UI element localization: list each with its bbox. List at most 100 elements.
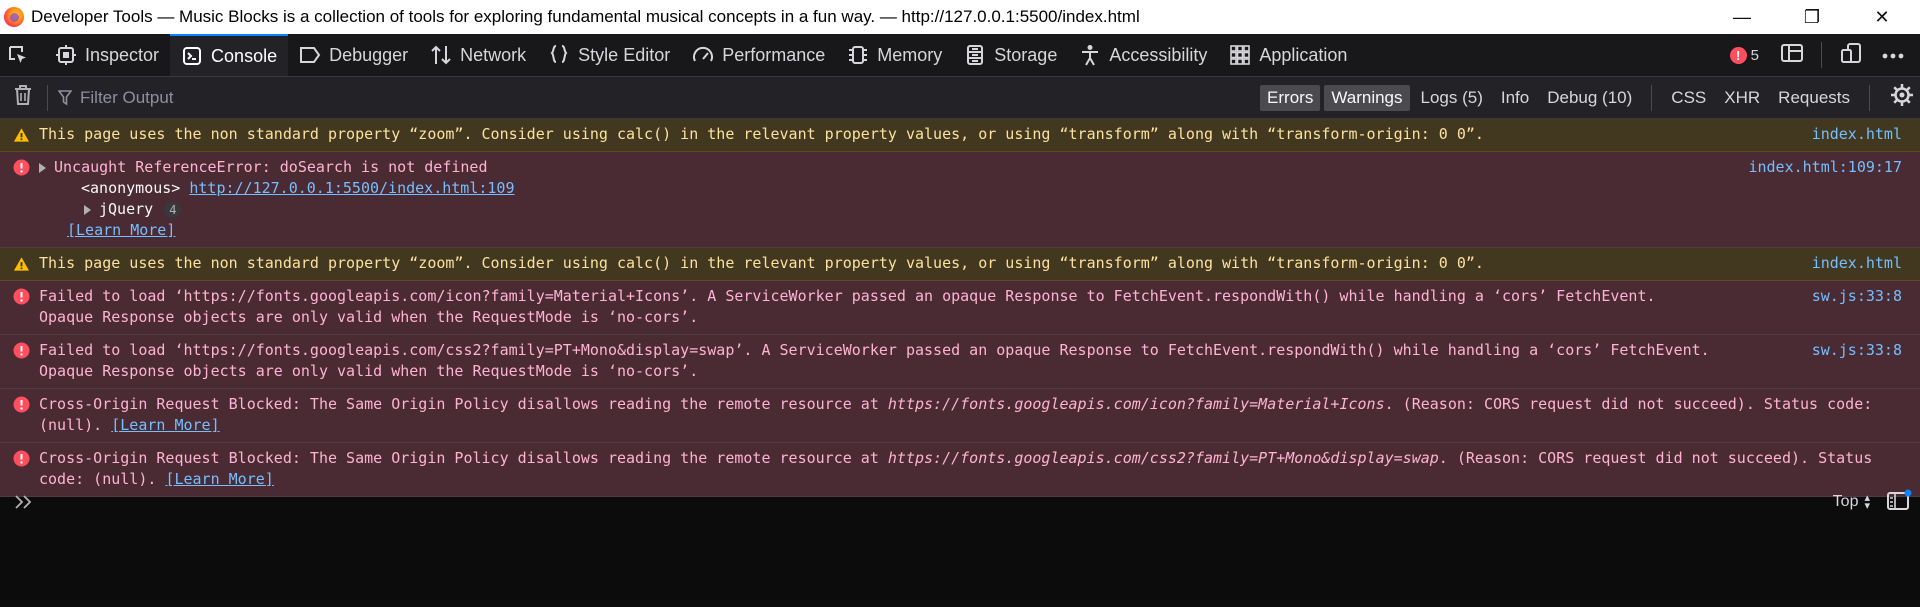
element-picker-button[interactable] bbox=[0, 34, 44, 76]
console-input[interactable]: Top ▴ ▾ bbox=[0, 485, 1920, 519]
console-error-message[interactable]: Cross-Origin Request Blocked: The Same O… bbox=[0, 389, 1920, 443]
maximize-button[interactable]: ❐ bbox=[1783, 0, 1841, 34]
warning-icon bbox=[13, 255, 30, 272]
tab-memory-label: Memory bbox=[877, 44, 943, 65]
editor-mode-toggle[interactable] bbox=[1886, 489, 1912, 516]
tab-application[interactable]: Application bbox=[1218, 34, 1358, 76]
split-console-icon bbox=[1781, 43, 1803, 68]
tab-inspector[interactable]: Inspector bbox=[44, 34, 170, 76]
console-icon bbox=[181, 45, 203, 67]
filter-info-button[interactable]: Info bbox=[1494, 85, 1536, 111]
tab-memory[interactable]: Memory bbox=[836, 34, 953, 76]
tab-accessibility-label: Accessibility bbox=[1109, 44, 1208, 65]
memory-icon bbox=[847, 44, 869, 66]
tab-debugger-label: Debugger bbox=[329, 44, 409, 65]
message-location-link[interactable]: index.html:109:17 bbox=[1748, 157, 1902, 178]
tab-network[interactable]: Network bbox=[419, 34, 537, 76]
message-location-link[interactable]: index.html bbox=[1812, 253, 1902, 274]
filter-debug-button[interactable]: Debug (10) bbox=[1540, 85, 1639, 111]
message-text: Cross-Origin Request Blocked: The Same O… bbox=[39, 449, 888, 467]
stack-frame-url[interactable]: http://127.0.0.1:5500/index.html:109 bbox=[189, 179, 514, 197]
tab-style-editor-label: Style Editor bbox=[578, 44, 671, 65]
blocked-resource-url: https://fonts.googleapis.com/css2?family… bbox=[887, 449, 1439, 467]
evaluation-context-selector[interactable]: Top ▴ ▾ bbox=[1832, 493, 1870, 512]
window-titlebar: Developer Tools — Music Blocks is a coll… bbox=[0, 0, 1920, 34]
application-icon bbox=[1229, 44, 1251, 66]
tab-accessibility[interactable]: Accessibility bbox=[1068, 34, 1218, 76]
console-error-message[interactable]: Failed to load ‘https://fonts.googleapis… bbox=[0, 335, 1920, 389]
message-location-link[interactable]: sw.js:33:8 bbox=[1812, 340, 1902, 361]
error-count: 5 bbox=[1750, 46, 1759, 64]
console-filter-bar: Filter Output Errors Warnings Logs (5) I… bbox=[0, 77, 1920, 119]
filter-logs-button[interactable]: Logs (5) bbox=[1414, 85, 1490, 111]
tab-style-editor[interactable]: Style Editor bbox=[537, 34, 681, 76]
gear-icon bbox=[1890, 83, 1914, 112]
message-text: Failed to load ‘https://fonts.googleapis… bbox=[39, 341, 1710, 380]
toolbar-separator bbox=[1821, 42, 1822, 68]
split-console-button[interactable] bbox=[1777, 40, 1807, 70]
filter-xhr-button[interactable]: XHR bbox=[1717, 85, 1767, 111]
minimize-button[interactable]: — bbox=[1713, 0, 1771, 34]
tab-network-label: Network bbox=[460, 44, 527, 65]
error-icon bbox=[13, 396, 30, 413]
expand-arrow-icon[interactable] bbox=[84, 204, 91, 215]
console-settings-button[interactable] bbox=[1888, 84, 1916, 112]
filter-requests-button[interactable]: Requests bbox=[1771, 85, 1857, 111]
console-error-message[interactable]: Failed to load ‘https://fonts.googleapis… bbox=[0, 281, 1920, 335]
tab-debugger[interactable]: Debugger bbox=[288, 34, 419, 76]
tab-performance[interactable]: Performance bbox=[681, 34, 836, 76]
error-count-button[interactable]: ! 5 bbox=[1729, 46, 1759, 64]
stack-trace-frame[interactable]: <anonymous> http://127.0.0.1:5500/index.… bbox=[39, 178, 1710, 199]
warning-icon bbox=[13, 126, 30, 143]
accessibility-icon bbox=[1079, 44, 1101, 66]
style-editor-icon bbox=[548, 44, 570, 66]
learn-more-link[interactable]: [Learn More] bbox=[67, 221, 175, 239]
message-location-link[interactable]: index.html bbox=[1812, 124, 1902, 145]
clear-console-button[interactable] bbox=[9, 84, 37, 112]
console-error-message[interactable]: Uncaught ReferenceError: doSearch is not… bbox=[0, 152, 1920, 248]
element-picker-icon bbox=[7, 44, 29, 66]
error-icon bbox=[13, 342, 30, 359]
expand-arrow-icon[interactable] bbox=[39, 162, 46, 173]
more-options-button[interactable] bbox=[1878, 40, 1908, 70]
console-output: This page uses the non standard property… bbox=[0, 119, 1920, 497]
console-warning-message[interactable]: This page uses the non standard property… bbox=[0, 119, 1920, 152]
editor-mode-icon bbox=[1886, 489, 1912, 515]
filter-output-input[interactable]: Filter Output bbox=[58, 88, 1258, 108]
tab-console-label: Console bbox=[211, 45, 278, 66]
tab-storage[interactable]: Storage bbox=[953, 34, 1068, 76]
filter-css-button[interactable]: CSS bbox=[1664, 85, 1713, 111]
tab-inspector-label: Inspector bbox=[85, 44, 160, 65]
filter-errors-button[interactable]: Errors bbox=[1260, 84, 1321, 111]
learn-more-link[interactable]: [Learn More] bbox=[111, 416, 219, 434]
filter-placeholder: Filter Output bbox=[80, 87, 174, 107]
stack-frame-function: <anonymous> bbox=[81, 179, 181, 197]
error-icon bbox=[13, 450, 30, 467]
prompt-chevron-icon bbox=[14, 494, 34, 510]
filter-warnings-button[interactable]: Warnings bbox=[1324, 84, 1410, 111]
toolbox-controls: ! 5 bbox=[1729, 34, 1920, 76]
message-text: Uncaught ReferenceError: doSearch is not… bbox=[54, 158, 488, 176]
storage-icon bbox=[964, 44, 986, 66]
trash-icon bbox=[14, 84, 32, 111]
close-window-button[interactable]: ✕ bbox=[1853, 0, 1911, 34]
evaluation-context-label: Top bbox=[1832, 493, 1859, 510]
performance-icon bbox=[692, 44, 714, 66]
error-icon bbox=[13, 288, 30, 305]
filter-icon bbox=[58, 89, 72, 106]
message-text: This page uses the non standard property… bbox=[39, 125, 1484, 143]
tab-console[interactable]: Console bbox=[170, 34, 289, 76]
log-level-filters: Errors Warnings Logs (5) Info Debug (10)… bbox=[1258, 84, 1920, 112]
responsive-design-mode-button[interactable] bbox=[1836, 40, 1866, 70]
message-location-link[interactable]: sw.js:33:8 bbox=[1812, 286, 1902, 307]
network-icon bbox=[430, 44, 452, 66]
more-options-icon bbox=[1882, 46, 1904, 64]
filterbar-separator bbox=[1651, 84, 1653, 111]
console-warning-message[interactable]: This page uses the non standard property… bbox=[0, 248, 1920, 281]
error-icon bbox=[13, 159, 30, 176]
filterbar-separator bbox=[47, 84, 48, 111]
stack-trace-group[interactable]: jQuery 4 bbox=[39, 199, 1710, 220]
message-text: This page uses the non standard property… bbox=[39, 254, 1484, 272]
debugger-icon bbox=[299, 44, 321, 66]
window-title: Developer Tools — Music Blocks is a coll… bbox=[31, 7, 1140, 26]
